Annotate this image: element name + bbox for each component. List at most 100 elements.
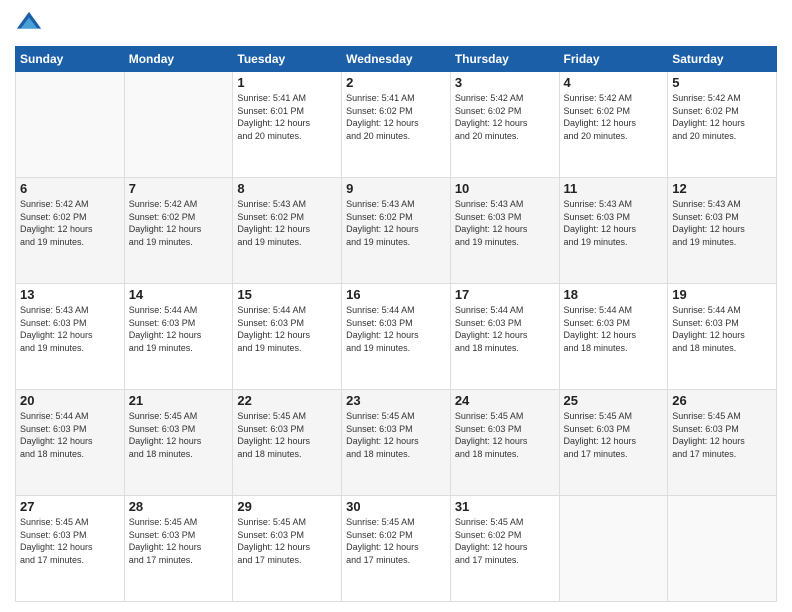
table-row: 10 Sunrise: 5:43 AM Sunset: 6:03 PM Dayli… — [450, 178, 559, 284]
table-row: 9 Sunrise: 5:43 AM Sunset: 6:02 PM Daylig… — [342, 178, 451, 284]
day-number: 23 — [346, 393, 446, 408]
day-info: Sunrise: 5:44 AM Sunset: 6:03 PM Dayligh… — [129, 304, 229, 354]
table-row: 22 Sunrise: 5:45 AM Sunset: 6:03 PM Dayli… — [233, 390, 342, 496]
day-number: 1 — [237, 75, 337, 90]
table-row: 14 Sunrise: 5:44 AM Sunset: 6:03 PM Dayli… — [124, 284, 233, 390]
day-info: Sunrise: 5:45 AM Sunset: 6:03 PM Dayligh… — [237, 410, 337, 460]
table-row: 11 Sunrise: 5:43 AM Sunset: 6:03 PM Dayli… — [559, 178, 668, 284]
day-info: Sunrise: 5:43 AM Sunset: 6:02 PM Dayligh… — [237, 198, 337, 248]
day-number: 25 — [564, 393, 664, 408]
table-row: 1 Sunrise: 5:41 AM Sunset: 6:01 PM Daylig… — [233, 72, 342, 178]
day-info: Sunrise: 5:42 AM Sunset: 6:02 PM Dayligh… — [672, 92, 772, 142]
table-row: 28 Sunrise: 5:45 AM Sunset: 6:03 PM Dayli… — [124, 496, 233, 602]
calendar-week-row: 27 Sunrise: 5:45 AM Sunset: 6:03 PM Dayli… — [16, 496, 777, 602]
logo — [15, 10, 47, 38]
day-info: Sunrise: 5:45 AM Sunset: 6:03 PM Dayligh… — [346, 410, 446, 460]
day-info: Sunrise: 5:43 AM Sunset: 6:03 PM Dayligh… — [564, 198, 664, 248]
table-row: 12 Sunrise: 5:43 AM Sunset: 6:03 PM Dayli… — [668, 178, 777, 284]
day-number: 27 — [20, 499, 120, 514]
day-info: Sunrise: 5:44 AM Sunset: 6:03 PM Dayligh… — [564, 304, 664, 354]
table-row: 24 Sunrise: 5:45 AM Sunset: 6:03 PM Dayli… — [450, 390, 559, 496]
day-number: 17 — [455, 287, 555, 302]
table-row: 18 Sunrise: 5:44 AM Sunset: 6:03 PM Dayli… — [559, 284, 668, 390]
day-info: Sunrise: 5:43 AM Sunset: 6:03 PM Dayligh… — [20, 304, 120, 354]
table-row: 5 Sunrise: 5:42 AM Sunset: 6:02 PM Daylig… — [668, 72, 777, 178]
day-number: 22 — [237, 393, 337, 408]
day-number: 6 — [20, 181, 120, 196]
table-row: 7 Sunrise: 5:42 AM Sunset: 6:02 PM Daylig… — [124, 178, 233, 284]
day-info: Sunrise: 5:42 AM Sunset: 6:02 PM Dayligh… — [455, 92, 555, 142]
table-row: 19 Sunrise: 5:44 AM Sunset: 6:03 PM Dayli… — [668, 284, 777, 390]
table-row: 6 Sunrise: 5:42 AM Sunset: 6:02 PM Daylig… — [16, 178, 125, 284]
day-number: 3 — [455, 75, 555, 90]
day-number: 10 — [455, 181, 555, 196]
day-info: Sunrise: 5:45 AM Sunset: 6:02 PM Dayligh… — [455, 516, 555, 566]
col-tuesday: Tuesday — [233, 47, 342, 72]
day-number: 26 — [672, 393, 772, 408]
day-info: Sunrise: 5:44 AM Sunset: 6:03 PM Dayligh… — [455, 304, 555, 354]
table-row: 8 Sunrise: 5:43 AM Sunset: 6:02 PM Daylig… — [233, 178, 342, 284]
table-row: 13 Sunrise: 5:43 AM Sunset: 6:03 PM Dayli… — [16, 284, 125, 390]
day-info: Sunrise: 5:41 AM Sunset: 6:01 PM Dayligh… — [237, 92, 337, 142]
col-sunday: Sunday — [16, 47, 125, 72]
col-thursday: Thursday — [450, 47, 559, 72]
day-info: Sunrise: 5:41 AM Sunset: 6:02 PM Dayligh… — [346, 92, 446, 142]
table-row: 31 Sunrise: 5:45 AM Sunset: 6:02 PM Dayli… — [450, 496, 559, 602]
day-info: Sunrise: 5:45 AM Sunset: 6:03 PM Dayligh… — [129, 410, 229, 460]
day-number: 28 — [129, 499, 229, 514]
col-wednesday: Wednesday — [342, 47, 451, 72]
table-row: 4 Sunrise: 5:42 AM Sunset: 6:02 PM Daylig… — [559, 72, 668, 178]
day-number: 20 — [20, 393, 120, 408]
day-number: 24 — [455, 393, 555, 408]
day-number: 5 — [672, 75, 772, 90]
table-row — [16, 72, 125, 178]
day-number: 14 — [129, 287, 229, 302]
day-info: Sunrise: 5:45 AM Sunset: 6:03 PM Dayligh… — [455, 410, 555, 460]
day-info: Sunrise: 5:44 AM Sunset: 6:03 PM Dayligh… — [20, 410, 120, 460]
day-info: Sunrise: 5:42 AM Sunset: 6:02 PM Dayligh… — [129, 198, 229, 248]
day-number: 13 — [20, 287, 120, 302]
page: Sunday Monday Tuesday Wednesday Thursday… — [0, 0, 792, 612]
day-number: 29 — [237, 499, 337, 514]
day-number: 2 — [346, 75, 446, 90]
col-friday: Friday — [559, 47, 668, 72]
table-row: 17 Sunrise: 5:44 AM Sunset: 6:03 PM Dayli… — [450, 284, 559, 390]
day-number: 31 — [455, 499, 555, 514]
day-info: Sunrise: 5:44 AM Sunset: 6:03 PM Dayligh… — [672, 304, 772, 354]
table-row — [668, 496, 777, 602]
day-number: 8 — [237, 181, 337, 196]
table-row: 30Sunrise: 5:45 AM Sunset: 6:02 PM Dayli… — [342, 496, 451, 602]
day-number: 19 — [672, 287, 772, 302]
table-row: 20 Sunrise: 5:44 AM Sunset: 6:03 PM Dayli… — [16, 390, 125, 496]
day-info: Sunrise: 5:42 AM Sunset: 6:02 PM Dayligh… — [564, 92, 664, 142]
day-info: Sunrise: 5:43 AM Sunset: 6:03 PM Dayligh… — [455, 198, 555, 248]
table-row — [124, 72, 233, 178]
col-monday: Monday — [124, 47, 233, 72]
day-info: Sunrise: 5:45 AM Sunset: 6:03 PM Dayligh… — [129, 516, 229, 566]
day-info: Sunrise: 5:42 AM Sunset: 6:02 PM Dayligh… — [20, 198, 120, 248]
col-saturday: Saturday — [668, 47, 777, 72]
day-number: 12 — [672, 181, 772, 196]
day-number: 11 — [564, 181, 664, 196]
table-row: 26Sunrise: 5:45 AM Sunset: 6:03 PM Dayli… — [668, 390, 777, 496]
day-info: Sunrise: 5:45 AM Sunset: 6:03 PM Dayligh… — [564, 410, 664, 460]
table-row: 21 Sunrise: 5:45 AM Sunset: 6:03 PM Dayli… — [124, 390, 233, 496]
table-row: 15Sunrise: 5:44 AM Sunset: 6:03 PM Dayli… — [233, 284, 342, 390]
calendar-week-row: 20 Sunrise: 5:44 AM Sunset: 6:03 PM Dayli… — [16, 390, 777, 496]
day-number: 9 — [346, 181, 446, 196]
day-number: 18 — [564, 287, 664, 302]
day-number: 21 — [129, 393, 229, 408]
day-info: Sunrise: 5:45 AM Sunset: 6:02 PM Dayligh… — [346, 516, 446, 566]
day-number: 16 — [346, 287, 446, 302]
calendar-week-row: 13 Sunrise: 5:43 AM Sunset: 6:03 PM Dayli… — [16, 284, 777, 390]
day-info: Sunrise: 5:44 AM Sunset: 6:03 PM Dayligh… — [237, 304, 337, 354]
table-row — [559, 496, 668, 602]
day-info: Sunrise: 5:43 AM Sunset: 6:02 PM Dayligh… — [346, 198, 446, 248]
logo-icon — [15, 10, 43, 38]
day-number: 4 — [564, 75, 664, 90]
header — [15, 10, 777, 38]
calendar-week-row: 1 Sunrise: 5:41 AM Sunset: 6:01 PM Daylig… — [16, 72, 777, 178]
day-number: 7 — [129, 181, 229, 196]
table-row: 3 Sunrise: 5:42 AM Sunset: 6:02 PM Daylig… — [450, 72, 559, 178]
day-info: Sunrise: 5:43 AM Sunset: 6:03 PM Dayligh… — [672, 198, 772, 248]
